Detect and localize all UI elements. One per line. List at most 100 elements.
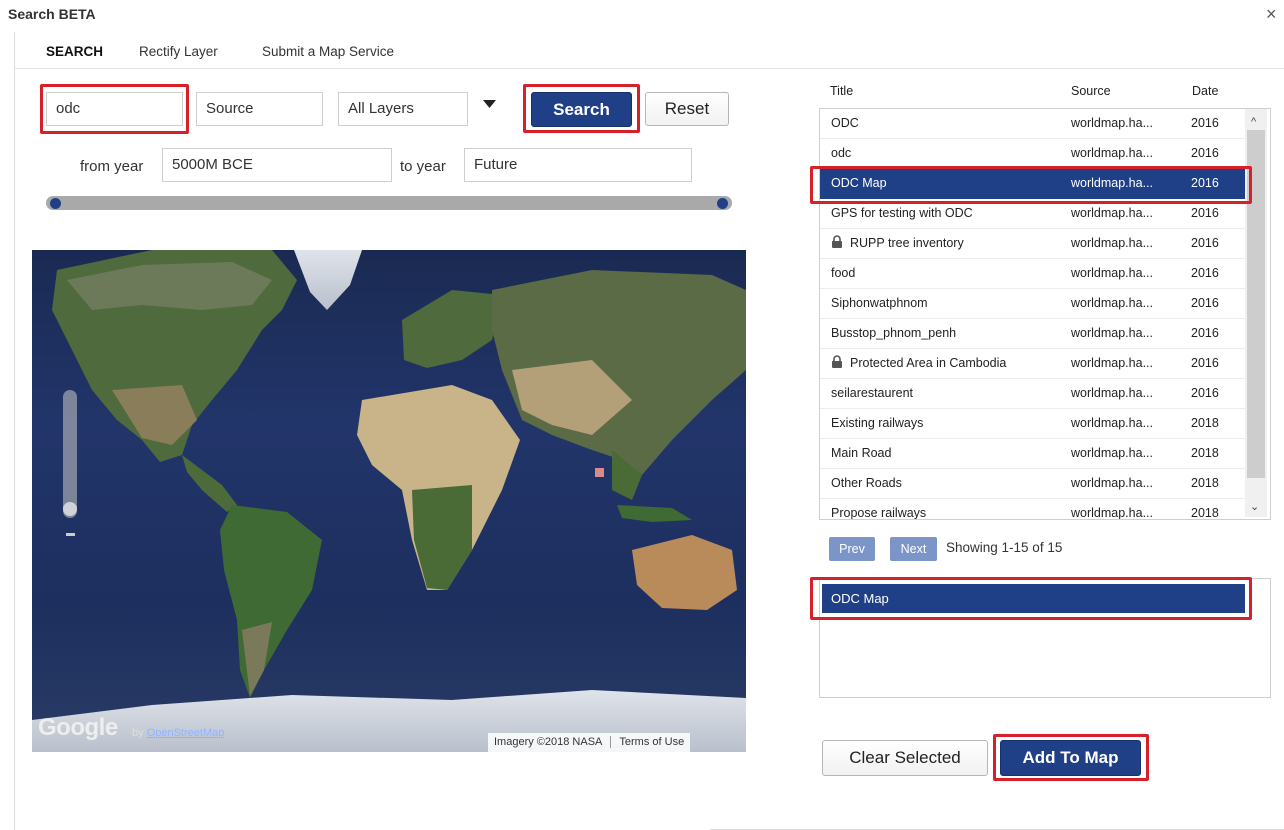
row-title: Main Road bbox=[831, 439, 1063, 468]
row-title: Siphonwatphnom bbox=[831, 289, 1063, 318]
lock-icon bbox=[831, 355, 850, 370]
zoom-slider[interactable] bbox=[63, 390, 77, 518]
map-view[interactable] bbox=[32, 250, 746, 752]
to-year-input[interactable]: Future bbox=[464, 148, 692, 182]
scroll-up-icon[interactable]: ^ bbox=[1251, 116, 1256, 128]
imagery-credit: Imagery ©2018 NASA bbox=[494, 736, 603, 748]
next-button[interactable]: Next bbox=[890, 537, 937, 561]
row-title-text: seilarestaurent bbox=[831, 386, 913, 400]
add-to-map-button[interactable]: Add To Map bbox=[1000, 740, 1141, 776]
year-range-slider[interactable] bbox=[46, 196, 732, 210]
tab-rectify-layer[interactable]: Rectify Layer bbox=[139, 44, 218, 59]
table-row[interactable]: Existing railways worldmap.ha... 2018 bbox=[820, 409, 1248, 439]
row-title-text: RUPP tree inventory bbox=[850, 236, 964, 250]
table-row[interactable]: RUPP tree inventory worldmap.ha... 2016 bbox=[820, 229, 1248, 259]
row-title-text: Busstop_phnom_penh bbox=[831, 326, 957, 340]
table-row[interactable]: seilarestaurent worldmap.ha... 2016 bbox=[820, 379, 1248, 409]
table-row[interactable]: Siphonwatphnom worldmap.ha... 2016 bbox=[820, 289, 1248, 319]
clear-selected-button[interactable]: Clear Selected bbox=[822, 740, 988, 776]
row-source: worldmap.ha... bbox=[1071, 506, 1153, 520]
to-year-label: to year bbox=[400, 158, 446, 175]
layers-select[interactable]: All Layers bbox=[338, 92, 468, 126]
row-title: food bbox=[831, 259, 1063, 288]
map-credit: by OpenStreetMap bbox=[132, 727, 224, 739]
prev-button[interactable]: Prev bbox=[829, 537, 875, 561]
table-row[interactable]: Propose railways worldmap.ha... 2018 bbox=[820, 499, 1248, 520]
search-button[interactable]: Search bbox=[531, 92, 632, 127]
row-date: 2018 bbox=[1191, 476, 1219, 490]
world-map-imagery bbox=[32, 250, 746, 752]
row-date: 2018 bbox=[1191, 446, 1219, 460]
row-date: 2016 bbox=[1191, 236, 1219, 250]
row-source: worldmap.ha... bbox=[1071, 146, 1153, 160]
table-row[interactable]: GPS for testing with ODC worldmap.ha... 20… bbox=[820, 199, 1248, 229]
row-source: worldmap.ha... bbox=[1071, 446, 1153, 460]
window-title: Search BETA bbox=[8, 6, 96, 22]
table-row[interactable]: Busstop_phnom_penh worldmap.ha... 2016 bbox=[820, 319, 1248, 349]
row-title: Busstop_phnom_penh bbox=[831, 319, 1063, 348]
row-source: worldmap.ha... bbox=[1071, 116, 1153, 130]
map-attribution: Imagery ©2018 NASA Terms of Use bbox=[488, 733, 691, 752]
row-date: 2016 bbox=[1191, 296, 1219, 310]
panel-border bbox=[14, 32, 15, 830]
reset-button[interactable]: Reset bbox=[645, 92, 729, 126]
tab-search[interactable]: SEARCH bbox=[46, 44, 103, 59]
zoom-slider-handle[interactable] bbox=[63, 502, 77, 516]
slider-handle-start[interactable] bbox=[50, 198, 61, 209]
row-date: 2016 bbox=[1191, 266, 1219, 280]
row-title: Propose railways bbox=[831, 499, 1063, 519]
column-header-title[interactable]: Title bbox=[830, 84, 853, 98]
scrollbar-thumb[interactable] bbox=[1247, 130, 1265, 478]
row-title-text: Other Roads bbox=[831, 476, 902, 490]
row-title-text: Main Road bbox=[831, 446, 892, 460]
row-title-text: ODC Map bbox=[831, 176, 887, 190]
row-date: 2016 bbox=[1191, 386, 1219, 400]
pagination-status: Showing 1-15 of 15 bbox=[946, 540, 1063, 555]
from-year-input[interactable]: 5000M BCE bbox=[162, 148, 392, 182]
row-title: Existing railways bbox=[831, 409, 1063, 438]
row-source: worldmap.ha... bbox=[1071, 236, 1153, 250]
from-year-label: from year bbox=[80, 158, 144, 175]
close-icon[interactable]: × bbox=[1266, 4, 1277, 25]
row-title-text: Protected Area in Cambodia bbox=[850, 356, 1007, 370]
row-title: Protected Area in Cambodia bbox=[831, 349, 1063, 378]
map-credit-by: by bbox=[132, 727, 144, 739]
row-title-text: food bbox=[831, 266, 856, 280]
table-row[interactable]: ODC Map worldmap.ha... 2016 bbox=[820, 169, 1248, 199]
column-header-date[interactable]: Date bbox=[1192, 84, 1218, 98]
table-row[interactable]: ODC worldmap.ha... 2016 bbox=[820, 109, 1248, 139]
zoom-out-icon[interactable] bbox=[66, 533, 75, 536]
scroll-down-icon[interactable]: ⌄ bbox=[1250, 500, 1259, 513]
tab-submit-map-service[interactable]: Submit a Map Service bbox=[262, 44, 394, 59]
row-source: worldmap.ha... bbox=[1071, 356, 1153, 370]
selected-layer-item[interactable]: ODC Map bbox=[822, 584, 1245, 613]
row-source: worldmap.ha... bbox=[1071, 476, 1153, 490]
row-source: worldmap.ha... bbox=[1071, 206, 1153, 220]
lock-icon bbox=[831, 235, 850, 250]
search-input[interactable]: odc bbox=[46, 92, 183, 126]
table-row[interactable]: odc worldmap.ha... 2016 bbox=[820, 139, 1248, 169]
row-title-text: Existing railways bbox=[831, 416, 924, 430]
row-date: 2016 bbox=[1191, 206, 1219, 220]
row-date: 2018 bbox=[1191, 506, 1219, 520]
row-source: worldmap.ha... bbox=[1071, 416, 1153, 430]
openstreetmap-link[interactable]: OpenStreetMap bbox=[147, 727, 225, 739]
table-row[interactable]: food worldmap.ha... 2016 bbox=[820, 259, 1248, 289]
row-title-text: GPS for testing with ODC bbox=[831, 206, 973, 220]
row-date: 2016 bbox=[1191, 326, 1219, 340]
row-source: worldmap.ha... bbox=[1071, 326, 1153, 340]
column-header-source[interactable]: Source bbox=[1071, 84, 1111, 98]
source-input[interactable]: Source bbox=[196, 92, 323, 126]
table-row[interactable]: Main Road worldmap.ha... 2018 bbox=[820, 439, 1248, 469]
table-row[interactable]: Other Roads worldmap.ha... 2018 bbox=[820, 469, 1248, 499]
chevron-down-icon[interactable] bbox=[483, 100, 496, 108]
slider-handle-end[interactable] bbox=[717, 198, 728, 209]
row-title: ODC bbox=[831, 109, 1063, 138]
tab-divider bbox=[14, 68, 1284, 69]
terms-of-use-link[interactable]: Terms of Use bbox=[619, 736, 684, 748]
results-list: ODC worldmap.ha... 2016 odc worldmap.ha... 20… bbox=[819, 108, 1271, 520]
row-source: worldmap.ha... bbox=[1071, 266, 1153, 280]
table-row[interactable]: Protected Area in Cambodia worldmap.ha...… bbox=[820, 349, 1248, 379]
row-source: worldmap.ha... bbox=[1071, 296, 1153, 310]
row-date: 2016 bbox=[1191, 356, 1219, 370]
